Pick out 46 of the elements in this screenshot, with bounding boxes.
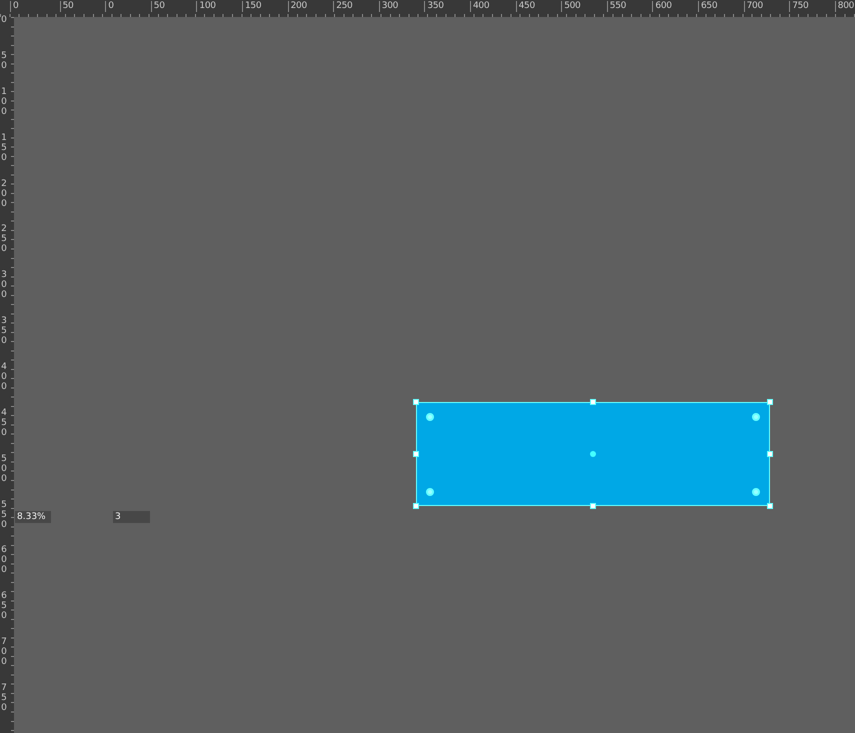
resize-handle[interactable] [590, 503, 596, 509]
ruler-label: 0 [105, 1, 114, 12]
resize-handle[interactable] [413, 503, 419, 509]
ruler-label: 100 [0, 86, 8, 117]
ruler-label: 650 [698, 1, 718, 12]
ruler-label: 650 [0, 591, 8, 622]
resize-handle[interactable] [413, 399, 419, 405]
ruler-label: 100 [196, 1, 216, 12]
ruler-label: 600 [0, 545, 8, 576]
resize-handle[interactable] [413, 451, 419, 457]
ruler-label: 750 [0, 683, 8, 714]
ruler-label: 0 [10, 1, 18, 12]
ruler-label: 500 [0, 454, 8, 484]
ruler-label: 50 [60, 1, 74, 12]
ruler-label: 150 [242, 1, 262, 12]
ruler-label: 400 [470, 1, 490, 12]
ruler-label: 0 [0, 15, 8, 26]
ruler-label: 150 [0, 132, 8, 163]
resize-handle[interactable] [767, 503, 773, 509]
ruler-label: 750 [789, 1, 808, 12]
ruler-label: 700 [0, 637, 8, 668]
rectangle-shape[interactable] [416, 402, 770, 506]
ruler-label: 250 [333, 1, 352, 12]
value-field[interactable]: 3 [113, 511, 150, 523]
ruler-label: 500 [561, 1, 580, 12]
ruler-label: 550 [606, 1, 626, 12]
ruler-label: 550 [0, 500, 8, 530]
ruler-label: 350 [424, 1, 444, 12]
value-field[interactable]: 8.33% [15, 511, 51, 523]
resize-handle[interactable] [590, 399, 596, 405]
ruler-label: 200 [288, 1, 307, 12]
ruler-label: 50 [150, 1, 165, 12]
ruler-label: 600 [652, 1, 672, 12]
ruler-label: 800 [834, 1, 854, 12]
ruler-label: 250 [0, 224, 8, 254]
ruler-label: 300 [0, 270, 8, 300]
resize-handle[interactable] [767, 451, 773, 457]
ruler-label: 350 [0, 316, 8, 346]
ruler-label: 450 [0, 408, 8, 438]
ruler-label: 200 [0, 178, 8, 209]
ruler-label: 300 [378, 1, 398, 12]
ruler-label: 700 [744, 1, 763, 12]
ruler-label: 450 [516, 1, 535, 12]
ruler-label: 50 [0, 51, 8, 71]
ruler-label: 400 [0, 362, 8, 392]
resize-handle[interactable] [767, 399, 773, 405]
